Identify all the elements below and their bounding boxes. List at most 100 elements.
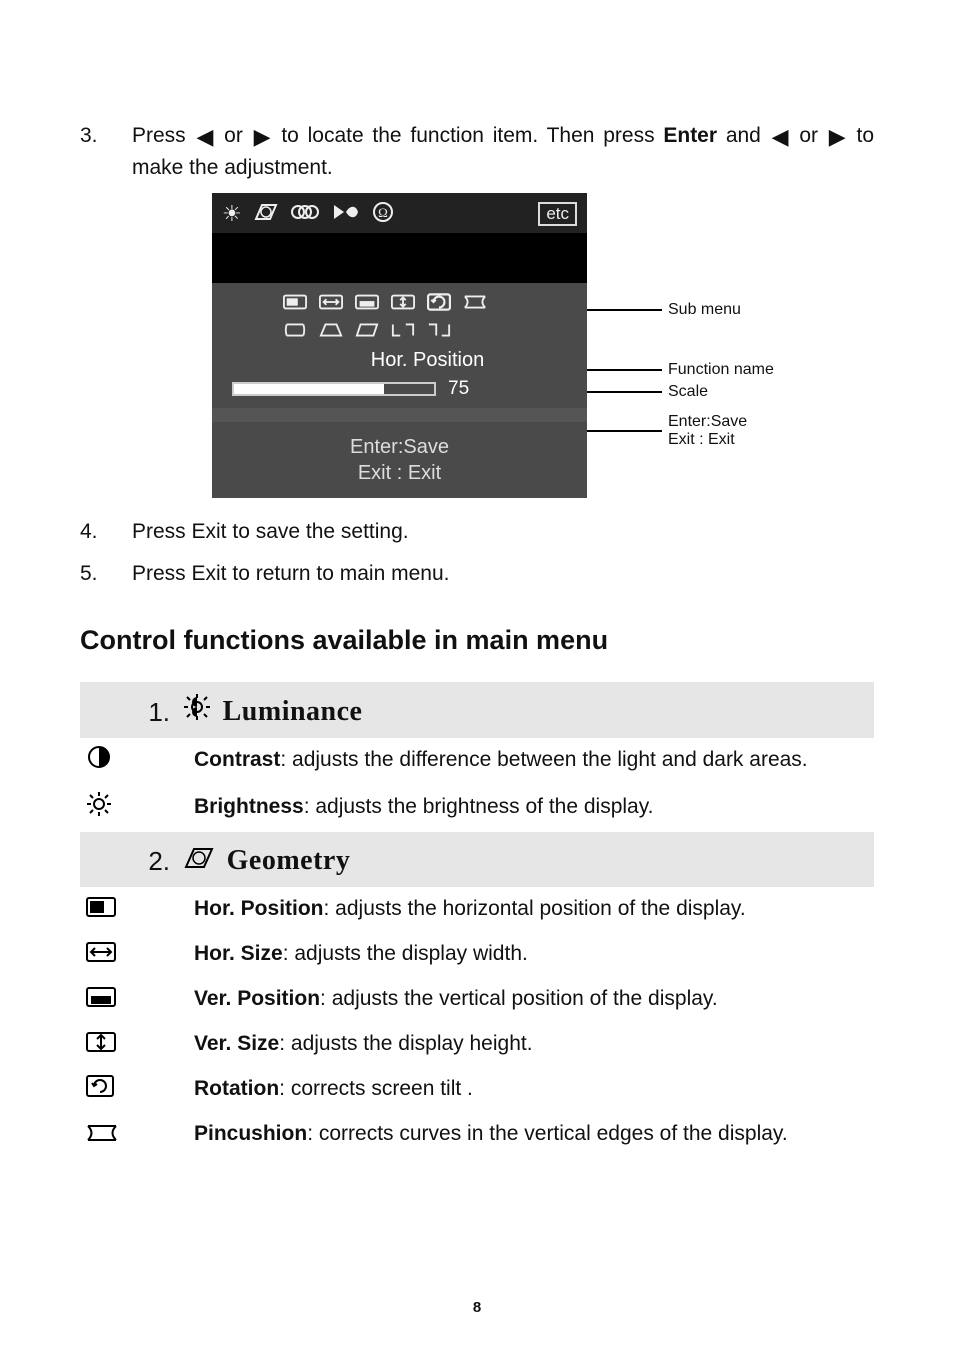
- osd-panel: ☀ Ω etc: [212, 193, 587, 498]
- color-tab-icon: [290, 203, 320, 225]
- left-arrow-icon: ◀: [770, 126, 791, 148]
- slider-fill: [234, 384, 384, 394]
- rotation-row: Rotation: corrects screen tilt .: [80, 1067, 874, 1112]
- item-desc: : adjusts the display height.: [279, 1032, 532, 1055]
- step-3-text-c: to locate the function item. Then press: [281, 124, 663, 147]
- step-5: 5. Press Exit to return to main menu.: [80, 558, 874, 590]
- osd-enter-line: Enter:Save: [212, 434, 587, 460]
- hor-size-icon: [80, 932, 174, 977]
- callout-function-name: Function name: [668, 361, 774, 379]
- geometry-tab-icon: [254, 203, 278, 225]
- menu2-num: 2.: [80, 832, 174, 887]
- luminance-icon: [182, 700, 223, 725]
- ver-size-icon: [80, 1022, 174, 1067]
- osd-slider: 75: [232, 378, 573, 400]
- hor-position-icon: [282, 293, 308, 315]
- item-label: Ver. Size: [194, 1032, 279, 1055]
- step-3-body: Press ◀ or ▶ to locate the function item…: [132, 120, 874, 183]
- step-4-text: Press Exit to save the setting.: [132, 516, 874, 548]
- brightness-row: Brightness: adjusts the brightness of th…: [80, 785, 874, 832]
- menu2-header: 2. Geometry: [80, 832, 874, 887]
- contrast-row: Contrast: adjusts the difference between…: [80, 738, 874, 785]
- etc-tab: etc: [538, 202, 577, 226]
- item-label: Hor. Position: [194, 897, 324, 920]
- pincushion-row: Pincushion: corrects curves in the verti…: [80, 1112, 874, 1157]
- corner-icon: [390, 321, 416, 343]
- slider-track: [232, 382, 436, 396]
- step-3-text-d: and: [726, 124, 770, 147]
- hor-position-row: Hor. Position: adjusts the horizontal po…: [80, 887, 874, 932]
- menu1-num: 1.: [80, 682, 174, 738]
- callout-scale: Scale: [668, 383, 708, 401]
- right-arrow-icon: ▶: [252, 126, 273, 148]
- step-3: 3. Press ◀ or ▶ to locate the function i…: [80, 120, 874, 183]
- item-label: Ver. Position: [194, 987, 320, 1010]
- osd-tab-bar: ☀ Ω etc: [212, 193, 587, 233]
- parallelogram-icon: [354, 321, 380, 343]
- svg-text:Ω: Ω: [378, 205, 388, 220]
- osd-spacer: [212, 233, 587, 283]
- osd-exit-line: Exit : Exit: [212, 460, 587, 486]
- advanced-tab-icon: [332, 203, 360, 225]
- rotation-icon: [426, 293, 452, 315]
- pincushion-icon: [462, 293, 488, 315]
- left-arrow-icon: ◀: [194, 126, 215, 148]
- brightness-label: Brightness: [194, 795, 304, 818]
- barrel-icon: [282, 321, 308, 343]
- item-label: Rotation: [194, 1077, 279, 1100]
- step-3-text-b: or: [224, 124, 251, 147]
- item-label: Pincushion: [194, 1122, 307, 1145]
- callout-sub-menu: Sub menu: [668, 301, 741, 319]
- ver-size-icon: [390, 293, 416, 315]
- ver-position-icon: [354, 293, 380, 315]
- trapezoid-icon: [318, 321, 344, 343]
- menu2-title: Geometry: [227, 845, 351, 876]
- right-arrow-icon: ▶: [827, 126, 848, 148]
- item-desc: : corrects screen tilt .: [279, 1077, 473, 1100]
- step-3-enter: Enter: [663, 124, 717, 147]
- ver-size-row: Ver. Size: adjusts the display height.: [80, 1022, 874, 1067]
- geometry-icon: [182, 849, 227, 874]
- hor-position-icon: [80, 887, 174, 932]
- osd-submenu: Hor. Position 75: [212, 283, 587, 408]
- step-3-text-e: or: [799, 124, 826, 147]
- step-4: 4. Press Exit to save the setting.: [80, 516, 874, 548]
- osd-hints: Enter:Save Exit : Exit: [212, 408, 587, 498]
- menu1-header: 1. Luminance: [80, 682, 874, 738]
- item-desc: : adjusts the vertical position of the d…: [320, 987, 718, 1010]
- recall-tab-icon: Ω: [372, 201, 394, 227]
- osd-sub-row1: [282, 293, 573, 315]
- osd-diagram: ☀ Ω etc: [132, 193, 874, 498]
- rotation-icon: [80, 1067, 174, 1112]
- page-number: 8: [0, 1299, 954, 1316]
- osd-function-name: Hor. Position: [282, 349, 573, 372]
- callout-hint2: Exit : Exit: [668, 431, 747, 449]
- pincushion-icon: [80, 1112, 174, 1157]
- section-heading: Control functions available in main menu: [80, 625, 874, 656]
- callout-hint1: Enter:Save: [668, 413, 747, 431]
- ver-position-icon: [80, 977, 174, 1022]
- step-5-text: Press Exit to return to main menu.: [132, 558, 874, 590]
- step-5-num: 5.: [80, 558, 132, 590]
- item-desc: : adjusts the horizontal position of the…: [324, 897, 746, 920]
- item-label: Hor. Size: [194, 942, 283, 965]
- brightness-desc: : adjusts the brightness of the display.: [304, 795, 654, 818]
- osd-sub-row2: [282, 321, 573, 343]
- corner2-icon: [426, 321, 452, 343]
- contrast-desc: : adjusts the difference between the lig…: [280, 748, 807, 771]
- contrast-label: Contrast: [194, 748, 280, 771]
- hor-size-row: Hor. Size: adjusts the display width.: [80, 932, 874, 977]
- step-3-num: 3.: [80, 120, 132, 152]
- ver-position-row: Ver. Position: adjusts the vertical posi…: [80, 977, 874, 1022]
- step-4-num: 4.: [80, 516, 132, 548]
- callout-hints: Enter:Save Exit : Exit: [668, 413, 747, 449]
- callouts-column: Sub menu Function name Scale Enter:Save …: [587, 193, 847, 498]
- hor-size-icon: [318, 293, 344, 315]
- step-3-text-a: Press: [132, 124, 194, 147]
- item-desc: : adjusts the display width.: [283, 942, 528, 965]
- luminance-tab-icon: ☀: [222, 203, 242, 225]
- menu1-title: Luminance: [223, 696, 363, 727]
- item-desc: : corrects curves in the vertical edges …: [307, 1122, 788, 1145]
- contrast-icon: [80, 738, 174, 785]
- brightness-icon: [80, 785, 174, 832]
